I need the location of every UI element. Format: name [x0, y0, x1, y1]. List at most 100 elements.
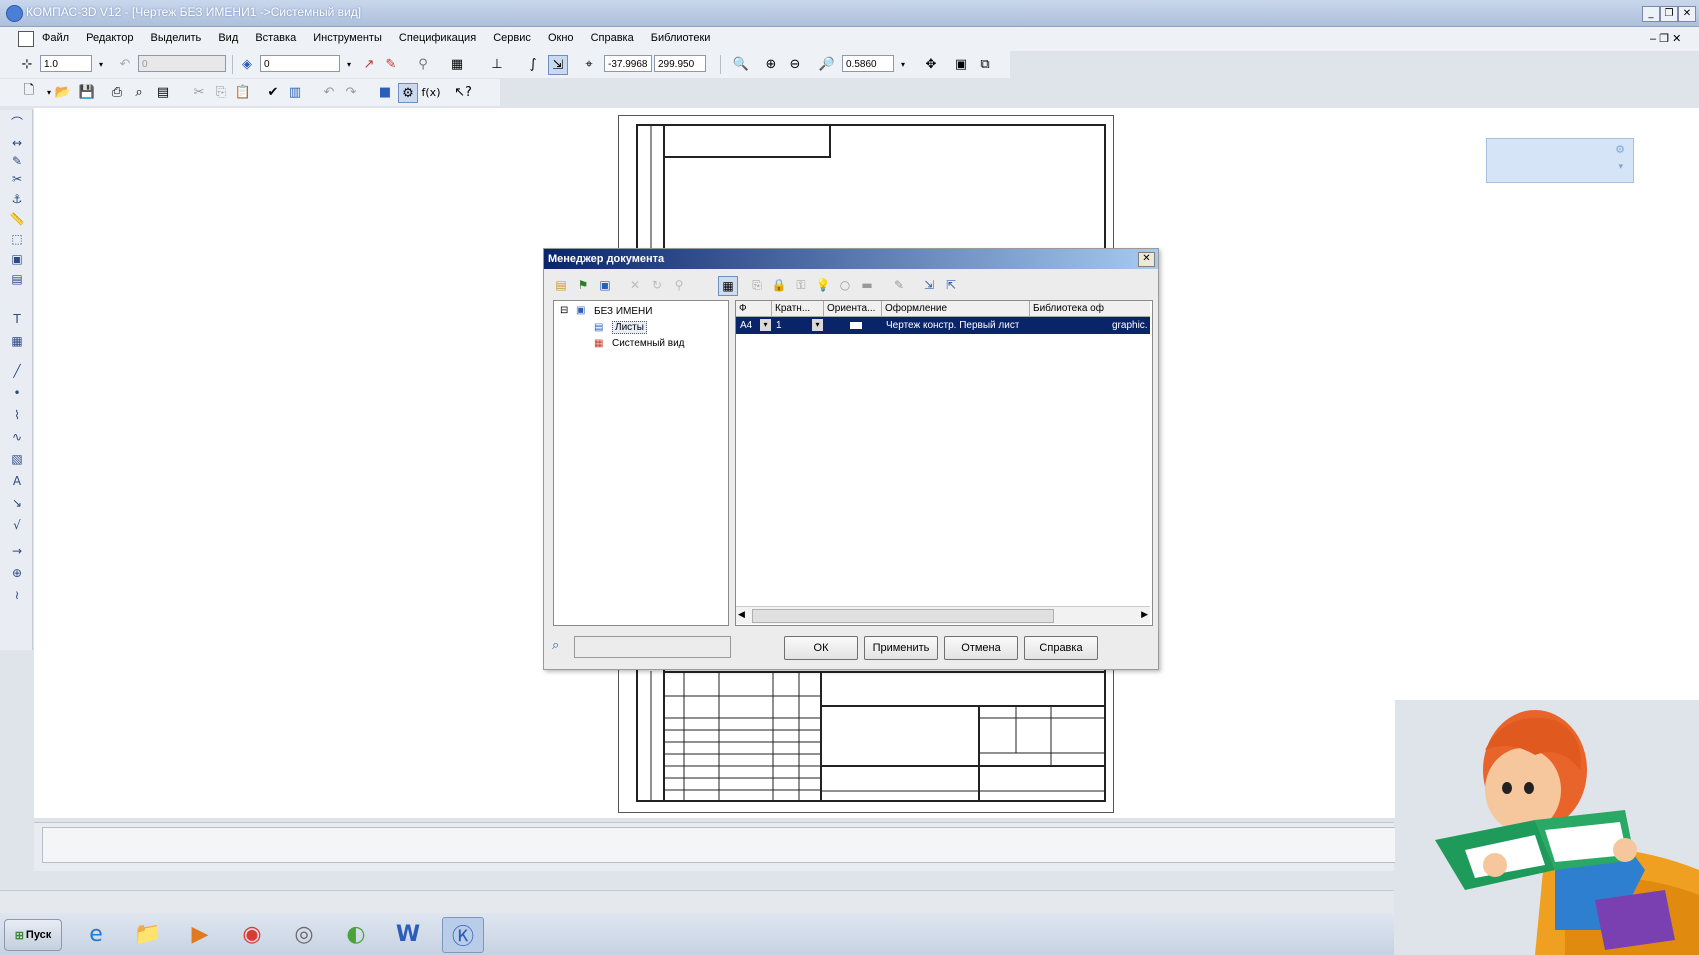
curve-icon[interactable]: ∫ — [524, 55, 542, 73]
word-icon[interactable]: W — [388, 917, 428, 951]
menu-tools[interactable]: Инструменты — [313, 27, 382, 49]
table-row[interactable]: А4 ▾ 1 ▾ Чертеж констр. Первый лист grap… — [736, 317, 1150, 334]
layer-icon[interactable]: ◈ — [238, 55, 256, 73]
help-button[interactable]: Справка — [1024, 636, 1098, 660]
zoom-in-icon[interactable]: ⊕ — [762, 55, 780, 73]
arrow-icon[interactable]: → — [8, 542, 26, 560]
chevron-down-icon[interactable]: ▾ — [894, 55, 912, 73]
ok-button[interactable]: ОК — [784, 636, 858, 660]
geometry-icon[interactable]: ⌒ — [8, 114, 26, 132]
tree-item-sheets[interactable]: Листы — [612, 321, 647, 334]
zoom-frame-icon[interactable]: 🔍 — [732, 55, 750, 73]
menu-insert[interactable]: Вставка — [255, 27, 296, 49]
tree-icon[interactable]: ■ — [376, 83, 394, 101]
library-cell[interactable]: graphic. — [1112, 317, 1148, 334]
parametrization-icon[interactable]: ⚓ — [8, 190, 26, 208]
layer-field[interactable]: 0 — [260, 55, 340, 72]
auto-dimension-icon[interactable]: A — [8, 472, 26, 490]
bezier-icon[interactable]: ∿ — [8, 428, 26, 446]
zoom-field[interactable]: 0.5860 — [842, 55, 894, 72]
disc-icon[interactable]: ◎ — [284, 917, 324, 951]
format-cell[interactable]: А4 — [740, 317, 752, 334]
chevron-down-icon[interactable]: ▾ — [812, 319, 823, 331]
column-header[interactable]: Оформление — [882, 301, 1030, 317]
create-view-icon[interactable]: ▣ — [596, 276, 614, 294]
grid-icon[interactable]: ▦ — [448, 55, 466, 73]
import-icon[interactable]: ⇱ — [942, 276, 960, 294]
export-icon[interactable]: ⇲ — [920, 276, 938, 294]
orientation-icon[interactable] — [850, 322, 862, 329]
chrome-icon[interactable]: ◉ — [232, 917, 272, 951]
chevron-down-icon[interactable]: ▾ — [1618, 161, 1623, 172]
coord-y-field[interactable]: 299.950 — [654, 55, 706, 72]
scroll-left-icon[interactable]: ◀ — [738, 609, 745, 620]
menu-editor[interactable]: Редактор — [86, 27, 133, 49]
horizontal-scrollbar[interactable]: ◀ ▶ — [736, 606, 1150, 624]
snap-toggle-icon[interactable]: ⇲ — [548, 55, 568, 75]
scroll-thumb[interactable] — [752, 609, 1054, 623]
create-layer-icon[interactable]: ⚑ — [574, 276, 592, 294]
variables-icon[interactable]: ▥ — [286, 83, 304, 101]
properties-icon[interactable]: ✔ — [264, 83, 282, 101]
save-icon[interactable]: 💾 — [78, 83, 96, 101]
document-manager-icon[interactable]: ▤ — [154, 83, 172, 101]
column-header[interactable]: Библиотека оф — [1030, 301, 1150, 317]
step-field[interactable]: 1.0 — [40, 55, 92, 72]
media-player-icon[interactable]: ▶ — [180, 917, 220, 951]
editing-icon[interactable]: ✂ — [8, 170, 26, 188]
menu-window[interactable]: Окно — [548, 27, 574, 49]
table-view-icon[interactable]: ▦ — [718, 276, 738, 296]
menu-view[interactable]: Вид — [218, 27, 238, 49]
select-icon[interactable]: ⬚ — [8, 230, 26, 248]
cancel-button[interactable]: Отмена — [944, 636, 1018, 660]
hatch-icon[interactable]: ▧ — [8, 450, 26, 468]
multiplicity-cell[interactable]: 1 — [776, 317, 782, 334]
photo-app-icon[interactable]: ◐ — [336, 917, 376, 951]
explorer-folder-icon[interactable]: 📁 — [128, 917, 168, 951]
tree-item-system-view[interactable]: Системный вид — [612, 338, 685, 349]
minimize-button[interactable]: _ — [1642, 6, 1660, 22]
table-icon[interactable]: ▦ — [8, 332, 26, 350]
tree-root[interactable]: БЕЗ ИМЕНИ — [594, 306, 652, 317]
tree-expander-icon[interactable]: ⊟ — [560, 305, 568, 316]
text-icon[interactable]: T — [8, 310, 26, 328]
print-icon[interactable]: ⎙ — [108, 83, 126, 101]
roughness-icon[interactable]: √ — [8, 516, 26, 534]
library-manager-icon[interactable]: ⚙ — [398, 83, 418, 103]
wave-line-icon[interactable]: ≀ — [8, 586, 26, 604]
internet-explorer-icon[interactable]: e — [76, 917, 116, 951]
kompas-taskbar-icon[interactable]: Ⓚ — [442, 917, 484, 953]
column-header[interactable]: Ф — [736, 301, 772, 317]
orthogonal-mode-icon[interactable]: ↗ — [360, 55, 378, 73]
menu-specification[interactable]: Спецификация — [399, 27, 476, 49]
new-document-icon[interactable]: 🗋 — [20, 83, 38, 101]
grid-step-icon[interactable]: ⊹ — [18, 55, 36, 73]
design-cell[interactable]: Чертеж констр. Первый лист — [886, 317, 1019, 334]
refresh-icon[interactable]: ▣ — [952, 55, 970, 73]
dimensions-icon[interactable]: ↔ — [8, 134, 26, 152]
close-button[interactable]: ✕ — [1678, 6, 1696, 22]
specification-icon[interactable]: ▤ — [8, 270, 26, 288]
show-all-icon[interactable]: ⧉ — [976, 55, 994, 73]
chevron-down-icon[interactable]: ▾ — [760, 319, 771, 331]
chevron-down-icon[interactable]: ▾ — [92, 55, 110, 73]
chevron-down-icon[interactable]: ▾ — [340, 55, 358, 73]
menu-file[interactable]: Файл — [42, 27, 69, 49]
properties-field[interactable] — [42, 827, 1396, 863]
polyline-icon[interactable]: ⌇ — [8, 406, 26, 424]
measure-icon[interactable]: 📏 — [8, 210, 26, 228]
ortho-icon[interactable]: ⊥ — [488, 55, 506, 73]
designations-icon[interactable]: ✎ — [8, 152, 26, 170]
snap-icon[interactable]: ✎ — [382, 55, 400, 73]
zoom-out-icon[interactable]: ⊖ — [786, 55, 804, 73]
center-mark-icon[interactable]: ⊕ — [8, 564, 26, 582]
dialog-close-button[interactable]: ✕ — [1138, 252, 1155, 267]
menu-libraries[interactable]: Библиотеки — [651, 27, 711, 49]
start-button[interactable]: ⊞ Пуск — [4, 919, 62, 951]
menu-help[interactable]: Справка — [591, 27, 634, 49]
mdi-controls-icon[interactable]: – ❐ ✕ — [1650, 32, 1681, 45]
point-icon[interactable]: • — [8, 384, 26, 402]
zoom-scale-icon[interactable]: 🔎 — [818, 55, 836, 73]
help-pointer-icon[interactable]: ↖? — [454, 83, 472, 101]
restore-button[interactable]: ❐ — [1660, 6, 1678, 22]
